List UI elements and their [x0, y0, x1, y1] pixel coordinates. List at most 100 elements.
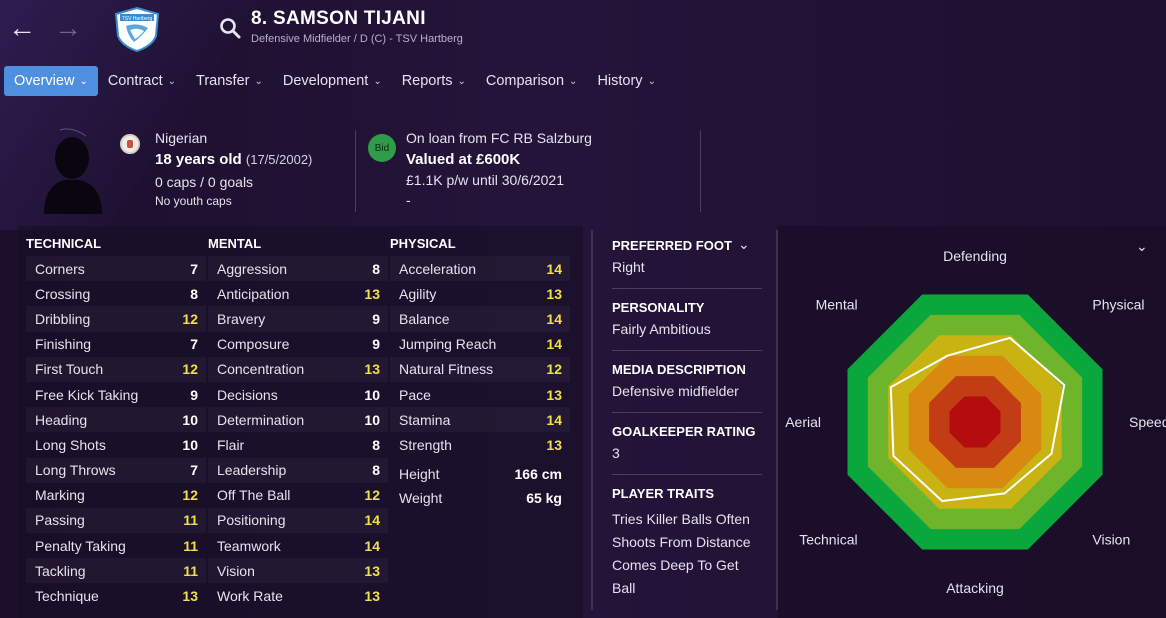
divider: [612, 412, 762, 413]
attribute-value: 8: [372, 260, 380, 277]
club-crest[interactable]: TSV Hartberg: [112, 6, 162, 52]
attribute-name: Determination: [217, 411, 305, 428]
attribute-value: 7: [190, 260, 198, 277]
tab-comparison[interactable]: Comparison ⌄: [476, 66, 588, 96]
attribute-value: 8: [372, 462, 380, 479]
attribute-name: Flair: [217, 436, 245, 453]
attribute-value: 10: [364, 386, 380, 403]
attribute-row[interactable]: Penalty Taking 11: [26, 533, 206, 558]
attribute-row[interactable]: Passing 11: [26, 508, 206, 533]
attribute-row[interactable]: Heading 10: [26, 407, 206, 432]
player-silhouette-avatar: [44, 128, 102, 214]
radar-label-attacking: Attacking: [946, 580, 1004, 596]
attribute-row[interactable]: Technique 13: [26, 583, 206, 608]
radar-label-speed: Speed: [1129, 414, 1166, 430]
technical-heading: TECHNICAL: [26, 236, 102, 251]
attribute-row[interactable]: Marking 12: [26, 483, 206, 508]
attribute-row[interactable]: Decisions 10: [208, 382, 388, 407]
attribute-row[interactable]: Acceleration 14: [390, 256, 570, 281]
attribute-row[interactable]: Determination 10: [208, 407, 388, 432]
attribute-name: Dribbling: [35, 310, 91, 327]
attribute-row[interactable]: Vision 13: [208, 558, 388, 583]
attribute-row[interactable]: Balance 14: [390, 306, 570, 331]
attribute-value: 8: [372, 436, 380, 453]
attribute-name: Decisions: [217, 386, 278, 403]
attribute-row[interactable]: Teamwork 14: [208, 533, 388, 558]
attribute-row[interactable]: Positioning 14: [208, 508, 388, 533]
attribute-value: 13: [364, 361, 380, 378]
attribute-row[interactable]: Stamina 14: [390, 407, 570, 432]
crest-text: TSV Hartberg: [122, 16, 153, 22]
attribute-row[interactable]: Jumping Reach 14: [390, 332, 570, 357]
chevron-down-icon[interactable]: ⌄: [738, 236, 750, 253]
player-trait: Comes Deep To Get Ball: [612, 557, 739, 596]
attribute-row[interactable]: Bravery 9: [208, 306, 388, 331]
chevron-down-icon: ⌄: [569, 75, 578, 87]
attribute-row[interactable]: First Touch 12: [26, 357, 206, 382]
divider: [591, 230, 593, 610]
tab-transfer[interactable]: Transfer ⌄: [186, 66, 273, 96]
attribute-row[interactable]: Long Shots 10: [26, 432, 206, 457]
bid-button[interactable]: Bid: [368, 134, 396, 162]
radar-label-vision: Vision: [1092, 531, 1130, 547]
attribute-row[interactable]: Work Rate 13: [208, 583, 388, 608]
attribute-row[interactable]: Leadership 8: [208, 458, 388, 483]
attribute-row[interactable]: Concentration 13: [208, 357, 388, 382]
divider: [612, 350, 762, 351]
attribute-row[interactable]: Free Kick Taking 9: [26, 382, 206, 407]
attribute-row[interactable]: Off The Ball 12: [208, 483, 388, 508]
attribute-value: 9: [190, 386, 198, 403]
attribute-name: Pace: [399, 386, 431, 403]
search-icon[interactable]: [218, 16, 242, 40]
attribute-name: Finishing: [35, 336, 92, 353]
forward-arrow-icon[interactable]: →: [54, 14, 82, 42]
media-description-section: MEDIA DESCRIPTION Defensive midfielder: [612, 360, 762, 403]
loan-status: On loan from FC RB Salzburg: [406, 130, 592, 146]
attribute-row[interactable]: Corners 7: [26, 256, 206, 281]
player-trait: Shoots From Distance: [612, 534, 751, 550]
player-position-club: Defensive Midfielder / D (C) - TSV Hartb…: [251, 33, 463, 45]
attribute-value: 13: [546, 386, 562, 403]
attribute-row[interactable]: Aggression 8: [208, 256, 388, 281]
tab-development[interactable]: Development ⌄: [273, 66, 392, 96]
attribute-row[interactable]: Strength 13: [390, 432, 570, 457]
player-attribute-radar: Defending Physical Speed Vision Attacking Tec…: [785, 248, 1166, 596]
attribute-value: 13: [364, 588, 380, 605]
age-line: 18 years old (17/5/2002): [155, 151, 312, 168]
attribute-row[interactable]: Composure 9: [208, 332, 388, 357]
attribute-value: 8: [190, 285, 198, 302]
attribute-name: Jumping Reach: [399, 336, 497, 353]
weight-value: 65 kg: [526, 489, 562, 506]
player-value: Valued at £600K: [406, 151, 521, 168]
attribute-row[interactable]: Finishing 7: [26, 332, 206, 357]
attribute-value: 14: [546, 260, 562, 277]
radar-label-defending: Defending: [943, 248, 1007, 264]
caps-goals: 0 caps / 0 goals: [155, 174, 254, 190]
contract-wage: £1.1K p/w until 30/6/2021: [406, 172, 565, 188]
tab-contract[interactable]: Contract ⌄: [98, 66, 186, 96]
attribute-row[interactable]: Flair 8: [208, 432, 388, 457]
height-value: 166 cm: [514, 465, 562, 482]
attribute-row[interactable]: Long Throws 7: [26, 458, 206, 483]
attribute-name: Anticipation: [217, 285, 290, 302]
attribute-value: 14: [546, 336, 562, 353]
attribute-row[interactable]: Pace 13: [390, 382, 570, 407]
attribute-value: 12: [364, 487, 380, 504]
attribute-row[interactable]: Anticipation 13: [208, 281, 388, 306]
header: ← → TSV Hartberg 8. SAMSON TIJANI Defens…: [0, 0, 1166, 60]
tab-history[interactable]: History ⌄: [587, 66, 666, 96]
physical-heading: PHYSICAL: [390, 236, 456, 251]
divider: [355, 130, 356, 212]
attribute-row[interactable]: Crossing 8: [26, 281, 206, 306]
attribute-row[interactable]: Agility 13: [390, 281, 570, 306]
radar-ring: [949, 396, 1001, 448]
tab-overview[interactable]: Overview ⌄: [4, 66, 98, 96]
attribute-row[interactable]: Natural Fitness 12: [390, 357, 570, 382]
attribute-name: Teamwork: [217, 537, 281, 554]
attribute-value: 11: [183, 562, 198, 579]
attribute-row[interactable]: Dribbling 12: [26, 306, 206, 331]
back-arrow-icon[interactable]: ←: [8, 14, 36, 42]
attribute-name: Acceleration: [399, 260, 477, 277]
tab-reports[interactable]: Reports ⌄: [392, 66, 476, 96]
attribute-row[interactable]: Tackling 11: [26, 558, 206, 583]
